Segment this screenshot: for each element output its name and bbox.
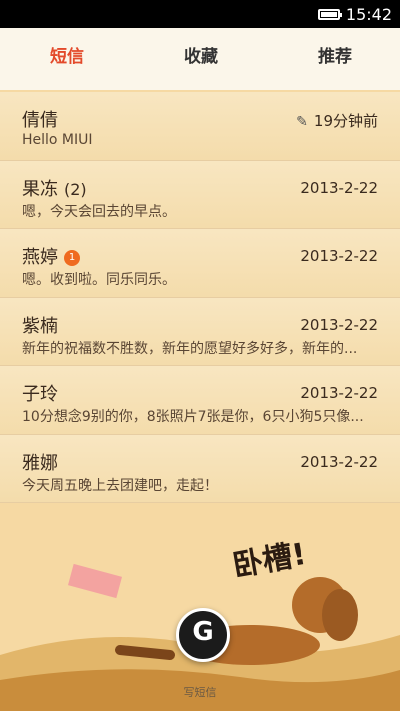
- thread-row[interactable]: 子玲 2013-2-22 10分想念9别的你，8张照片7张是你，6只小狗5只像.…: [0, 366, 400, 435]
- thread-snippet: 嗯。收到啦。同乐同乐。: [22, 272, 176, 288]
- thread-date: 2013-2-22: [300, 247, 378, 265]
- thread-date: ✎ 19分钟前: [296, 112, 378, 130]
- thread-date: 2013-2-22: [300, 178, 378, 197]
- thread-row[interactable]: 紫楠 2013-2-22 新年的祝福数不胜数，新年的愿望好多好多，新年的...: [0, 297, 400, 366]
- thread-snippet: Hello MIUI: [22, 132, 93, 148]
- status-bar: 15:42: [0, 0, 400, 28]
- thread-name: 燕婷 1: [22, 243, 80, 269]
- battery-icon: [317, 8, 342, 20]
- thread-date: 2013-2-22: [300, 452, 378, 471]
- compose-label: 写短信: [183, 686, 217, 699]
- thread-snippet: 10分想念9别的你，8张照片7张是你，6只小狗5只像...: [22, 409, 364, 425]
- pencil-icon: ✎: [296, 114, 308, 130]
- thread-name: 雅娜: [22, 452, 58, 474]
- thread-snippet: 嗯，今天会回去的早点。: [22, 203, 176, 220]
- tab-sms[interactable]: 短信: [50, 42, 84, 67]
- thread-name: 果冻 (2): [22, 178, 87, 200]
- thread-name: 紫楠: [22, 315, 58, 337]
- thread-snippet: 今天周五晚上去团建吧，走起！: [22, 477, 218, 494]
- thread-snippet: 新年的祝福数不胜数，新年的愿望好多好多，新年的...: [22, 340, 358, 357]
- compose-button[interactable]: [176, 608, 230, 662]
- thread-name: 倩倩: [22, 110, 58, 131]
- status-time: 15:42: [345, 4, 392, 24]
- unread-badge: 1: [64, 250, 80, 266]
- thread-count: (2): [64, 179, 87, 199]
- thread-date: 2013-2-22: [300, 315, 378, 334]
- thread-name: 子玲: [22, 384, 58, 405]
- thread-date: 2013-2-22: [300, 384, 378, 402]
- thread-row[interactable]: 燕婷 1 2013-2-22 嗯。收到啦。同乐同乐。: [0, 229, 400, 298]
- thread-row[interactable]: 雅娜 2013-2-22 今天周五晚上去团建吧，走起！: [0, 434, 400, 503]
- tab-favorites[interactable]: 收藏: [184, 42, 218, 67]
- thread-row[interactable]: 倩倩 ✎ 19分钟前 Hello MIUI: [0, 92, 400, 161]
- tab-recommend[interactable]: 推荐: [318, 42, 352, 67]
- thread-row[interactable]: 果冻 (2) 2013-2-22 嗯，今天会回去的早点。: [0, 160, 400, 229]
- tab-bar: 短信 收藏 推荐: [0, 28, 400, 130]
- thread-list: 倩倩 ✎ 19分钟前 Hello MIUI 果冻 (2) 2013-2-22 嗯，今…: [0, 92, 400, 503]
